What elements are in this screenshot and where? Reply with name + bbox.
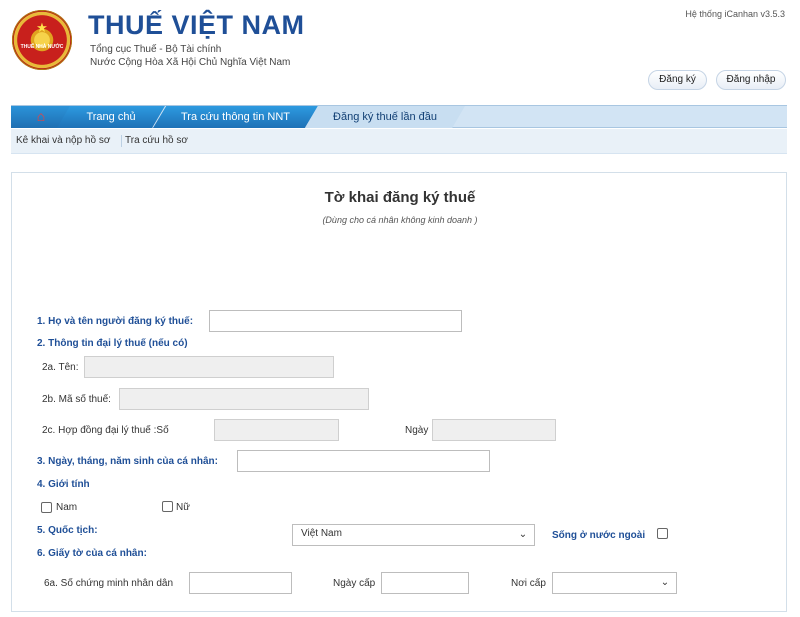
subnav-divider: [121, 135, 122, 147]
sub-nav: Kê khai và nộp hồ sơ Tra cứu hồ sơ: [11, 129, 787, 154]
system-version: Hệ thống iCanhan v3.5.3: [685, 9, 785, 19]
living-abroad-label: Sống ở nước ngoài: [552, 530, 646, 541]
living-abroad-checkbox[interactable]: [657, 528, 668, 539]
agent-tax-code-input[interactable]: [119, 388, 369, 410]
star-icon: ★: [36, 20, 48, 35]
agent-name-input[interactable]: [84, 356, 334, 378]
logo-text: THUẾ NHÀ NƯỚC: [20, 44, 64, 50]
gender-male-label: Nam: [56, 502, 78, 513]
chevron-down-icon: ⌄: [518, 529, 528, 540]
field-2c-date-label: Ngày: [405, 425, 429, 436]
nationality-select[interactable]: Việt Nam ⌄: [292, 524, 535, 546]
gender-female-checkbox[interactable]: [162, 501, 173, 512]
agent-contract-number-input[interactable]: [214, 419, 339, 441]
birth-date-input[interactable]: [237, 450, 490, 472]
brand-subtitle-agency: Tổng cục Thuế - Bộ Tài chính: [90, 44, 222, 55]
home-icon: ⌂: [36, 108, 46, 124]
form-title: Tờ khai đăng ký thuế: [324, 189, 476, 206]
field-1-label: 1. Họ và tên người đăng ký thuế:: [37, 316, 194, 327]
field-2b-label: 2b. Mã số thuế:: [42, 394, 111, 405]
field-3-label: 3. Ngày, tháng, năm sinh của cá nhân:: [37, 456, 218, 467]
field-2a-label: 2a. Tên:: [42, 362, 79, 373]
nav-item-home[interactable]: Trang chủ: [57, 106, 165, 128]
agent-contract-date-input[interactable]: [432, 419, 556, 441]
register-button[interactable]: Đăng ký: [648, 70, 707, 90]
full-name-input[interactable]: [209, 310, 462, 332]
issue-date-label: Ngày cấp: [333, 578, 376, 589]
main-nav: ⌂ Trang chủ Tra cứu thông tin NNT Đăng k…: [11, 105, 787, 128]
nav-item-first-registration[interactable]: Đăng ký thuế lần đầu: [305, 106, 465, 128]
gender-female-label: Nữ: [176, 502, 190, 513]
section-6-label: 6. Giấy tờ của cá nhân:: [37, 548, 147, 559]
issue-date-input[interactable]: [381, 572, 469, 594]
section-4-label: 4. Giới tính: [37, 479, 90, 490]
subnav-item-dossier-lookup[interactable]: Tra cứu hồ sơ: [125, 135, 188, 146]
login-button[interactable]: Đăng nhập: [716, 70, 786, 90]
chevron-down-icon: ⌄: [660, 577, 670, 588]
nav-item-lookup[interactable]: Tra cứu thông tin NNT: [153, 106, 318, 128]
site-header: ★ THUẾ NHÀ NƯỚC THUẾ VIỆT NAM Tổng cục T…: [0, 0, 800, 100]
field-5-label: 5. Quốc tịch:: [37, 525, 98, 536]
section-2-label: 2. Thông tin đại lý thuế (nếu có): [37, 338, 188, 349]
brand-title: THUẾ VIỆT NAM: [88, 10, 305, 40]
brand-subtitle-country: Nước Cộng Hòa Xã Hội Chủ Nghĩa Việt Nam: [90, 57, 291, 68]
nationality-value: Việt Nam: [301, 528, 342, 539]
gender-male-checkbox[interactable]: [41, 502, 52, 513]
id-card-number-input[interactable]: [189, 572, 292, 594]
tax-logo: ★ THUẾ NHÀ NƯỚC: [12, 10, 72, 70]
form-subtitle: (Dùng cho cá nhân không kinh doanh ): [322, 215, 478, 225]
subnav-item-declare-submit[interactable]: Kê khai và nộp hồ sơ: [16, 135, 110, 146]
issue-place-label: Nơi cấp: [511, 578, 546, 589]
issue-place-select[interactable]: ⌄: [552, 572, 677, 594]
field-6a-label: 6a. Số chứng minh nhân dân: [44, 578, 174, 589]
field-2c-label: 2c. Hợp đồng đại lý thuế :Số: [42, 425, 169, 436]
